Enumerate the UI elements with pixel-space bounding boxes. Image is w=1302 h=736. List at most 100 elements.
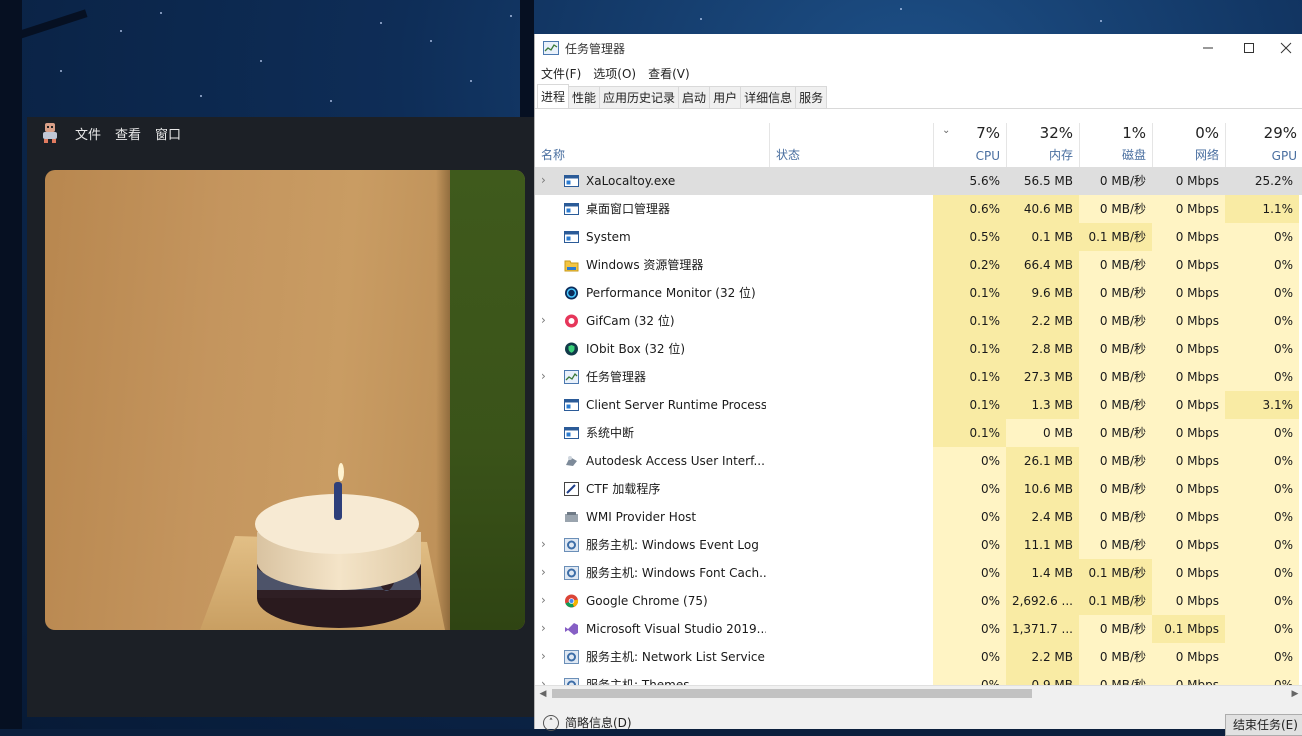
3d-viewport[interactable] [45, 170, 525, 630]
process-cpu-value: 0% [933, 447, 1006, 475]
expand-chevron-icon[interactable]: › [541, 615, 546, 642]
process-name: Client Server Runtime Process [586, 398, 766, 412]
menu-view[interactable]: 查看(V) [648, 65, 690, 82]
process-row[interactable]: Client Server Runtime Process 0.1% 1.3 MB 0… [535, 391, 1302, 419]
expand-chevron-icon[interactable]: › [541, 531, 546, 558]
toy-menu-view[interactable]: 查看 [115, 124, 141, 143]
process-row[interactable]: Windows 资源管理器 0.2% 66.4 MB 0 MB/秒 0 Mbps 0% [535, 251, 1302, 279]
window-title: 任务管理器 [565, 41, 626, 56]
title-bar[interactable]: 任务管理器 [535, 34, 1302, 62]
fewer-details-button[interactable]: ˄ 简略信息(D) [543, 714, 632, 731]
service-gear-icon [564, 538, 579, 552]
process-row[interactable]: 系统中断 0.1% 0 MB 0 MB/秒 0 Mbps 0% [535, 419, 1302, 447]
process-name: CTF 加载程序 [586, 482, 661, 496]
process-name: Windows 资源管理器 [586, 258, 704, 272]
column-cpu[interactable]: ⌄ 7% CPU [933, 123, 1006, 167]
process-gpu-value: 0% [1225, 447, 1299, 475]
scrollbar-thumb[interactable] [552, 689, 1032, 698]
process-disk-value: 0 MB/秒 [1079, 671, 1152, 685]
column-memory[interactable]: 32% 内存 [1006, 123, 1079, 167]
process-net-value: 0 Mbps [1152, 503, 1225, 531]
process-net-value: 0 Mbps [1152, 531, 1225, 559]
process-row[interactable]: › 服务主机: Windows Font Cach... 0% 1.4 MB 0.1 M… [535, 559, 1302, 587]
tab-performance[interactable]: 性能 [568, 86, 601, 108]
expand-chevron-icon[interactable]: › [541, 559, 546, 586]
process-row[interactable]: WMI Provider Host 0% 2.4 MB 0 MB/秒 0 Mbps 0% [535, 503, 1302, 531]
tab-services[interactable]: 服务 [795, 86, 828, 108]
expand-chevron-icon[interactable]: › [541, 363, 546, 390]
tab-users[interactable]: 用户 [709, 86, 742, 108]
process-cpu-value: 0% [933, 559, 1006, 587]
column-gpu[interactable]: 29% GPU [1225, 123, 1302, 167]
process-gpu-value: 0% [1225, 559, 1299, 587]
process-name: 服务主机: Themes [586, 678, 690, 685]
tab-startup[interactable]: 启动 [678, 86, 711, 108]
process-row[interactable]: › GifCam (32 位) 0.1% 2.2 MB 0 MB/秒 0 Mbps 0% [535, 307, 1302, 335]
close-button[interactable] [1268, 34, 1302, 62]
expand-chevron-icon[interactable]: › [541, 167, 546, 194]
column-status[interactable]: 状态 [769, 123, 933, 167]
app-window-icon [564, 398, 579, 412]
end-task-button[interactable]: 结束任务(E) [1225, 714, 1302, 736]
process-disk-value: 0 MB/秒 [1079, 447, 1152, 475]
tab-app-history[interactable]: 应用历史记录 [599, 86, 680, 108]
expand-chevron-icon[interactable]: › [541, 587, 546, 614]
ctf-pen-icon [564, 482, 579, 496]
process-row[interactable]: Autodesk Access User Interf... 0% 26.1 MB 0… [535, 447, 1302, 475]
column-network[interactable]: 0% 网络 [1152, 123, 1225, 167]
process-cpu-value: 0% [933, 615, 1006, 643]
minimize-button[interactable] [1185, 34, 1231, 62]
scroll-right-icon[interactable]: ▶ [1287, 686, 1302, 702]
tab-processes[interactable]: 进程 [537, 84, 570, 108]
horizontal-scrollbar[interactable]: ◀ ▶ [535, 685, 1302, 702]
process-mem-value: 0.9 MB [1006, 671, 1079, 685]
column-name[interactable]: 名称 [535, 123, 769, 167]
app-window-icon [564, 202, 579, 216]
service-gear-icon [564, 566, 579, 580]
tab-details[interactable]: 详细信息 [740, 86, 797, 108]
process-row[interactable]: › 服务主机: Windows Event Log 0% 11.1 MB 0 MB/秒 0… [535, 531, 1302, 559]
process-row[interactable]: IObit Box (32 位) 0.1% 2.8 MB 0 MB/秒 0 Mbps 0% [535, 335, 1302, 363]
process-row[interactable]: › 服务主机: Network List Service 0% 2.2 MB 0 MB/… [535, 643, 1302, 671]
expand-chevron-icon[interactable]: › [541, 671, 546, 685]
process-name: 服务主机: Network List Service [586, 650, 765, 664]
expand-chevron-icon[interactable]: › [541, 307, 546, 334]
process-mem-value: 1,371.7 ... [1006, 615, 1079, 643]
process-disk-value: 0 MB/秒 [1079, 251, 1152, 279]
toy-app-menubar: 文件 查看 窗口 [27, 117, 535, 149]
toy-menu-window[interactable]: 窗口 [155, 124, 181, 143]
task-manager-icon [564, 370, 579, 384]
process-row[interactable]: 桌面窗口管理器 0.6% 40.6 MB 0 MB/秒 0 Mbps 1.1% [535, 195, 1302, 223]
process-row[interactable]: System 0.5% 0.1 MB 0.1 MB/秒 0 Mbps 0% [535, 223, 1302, 251]
menu-file[interactable]: 文件(F) [541, 65, 581, 82]
process-row[interactable]: › 服务主机: Themes 0% 0.9 MB 0 MB/秒 0 Mbps 0% [535, 671, 1302, 685]
expand-chevron-icon[interactable]: › [541, 643, 546, 670]
memory-total: 32% [1039, 124, 1073, 142]
process-mem-value: 40.6 MB [1006, 195, 1079, 223]
scroll-left-icon[interactable]: ◀ [535, 686, 551, 702]
process-row[interactable]: CTF 加载程序 0% 10.6 MB 0 MB/秒 0 Mbps 0% [535, 475, 1302, 503]
process-row[interactable]: › 任务管理器 0.1% 27.3 MB 0 MB/秒 0 Mbps 0% [535, 363, 1302, 391]
process-cpu-value: 0.6% [933, 195, 1006, 223]
process-gpu-value: 0% [1225, 643, 1299, 671]
visual-studio-icon [564, 622, 579, 636]
process-name: System [586, 230, 631, 244]
process-row[interactable]: › Microsoft Visual Studio 2019... 0% 1,371.… [535, 615, 1302, 643]
process-row[interactable]: › XaLocaltoy.exe 5.6% 56.5 MB 0 MB/秒 0 Mbps 25… [535, 167, 1302, 195]
cpu-total: 7% [976, 124, 1000, 142]
process-net-value: 0 Mbps [1152, 307, 1225, 335]
process-net-value: 0 Mbps [1152, 279, 1225, 307]
process-row[interactable]: Performance Monitor (32 位) 0.1% 9.6 MB 0 MB… [535, 279, 1302, 307]
iobit-shield-icon [564, 342, 579, 356]
toy-menu-file[interactable]: 文件 [75, 124, 101, 143]
maximize-button[interactable] [1226, 34, 1272, 62]
column-disk[interactable]: 1% 磁盘 [1079, 123, 1152, 167]
process-row[interactable]: › Google Chrome (75) 0% 2,692.6 ... 0.1 MB/秒… [535, 587, 1302, 615]
menu-options[interactable]: 选项(O) [593, 65, 636, 82]
process-disk-value: 0 MB/秒 [1079, 307, 1152, 335]
tab-strip: 进程 性能 应用历史记录 启动 用户 详细信息 服务 [535, 84, 1302, 109]
process-gpu-value: 0% [1225, 503, 1299, 531]
process-disk-value: 0 MB/秒 [1079, 643, 1152, 671]
process-mem-value: 2.2 MB [1006, 643, 1079, 671]
process-disk-value: 0 MB/秒 [1079, 475, 1152, 503]
